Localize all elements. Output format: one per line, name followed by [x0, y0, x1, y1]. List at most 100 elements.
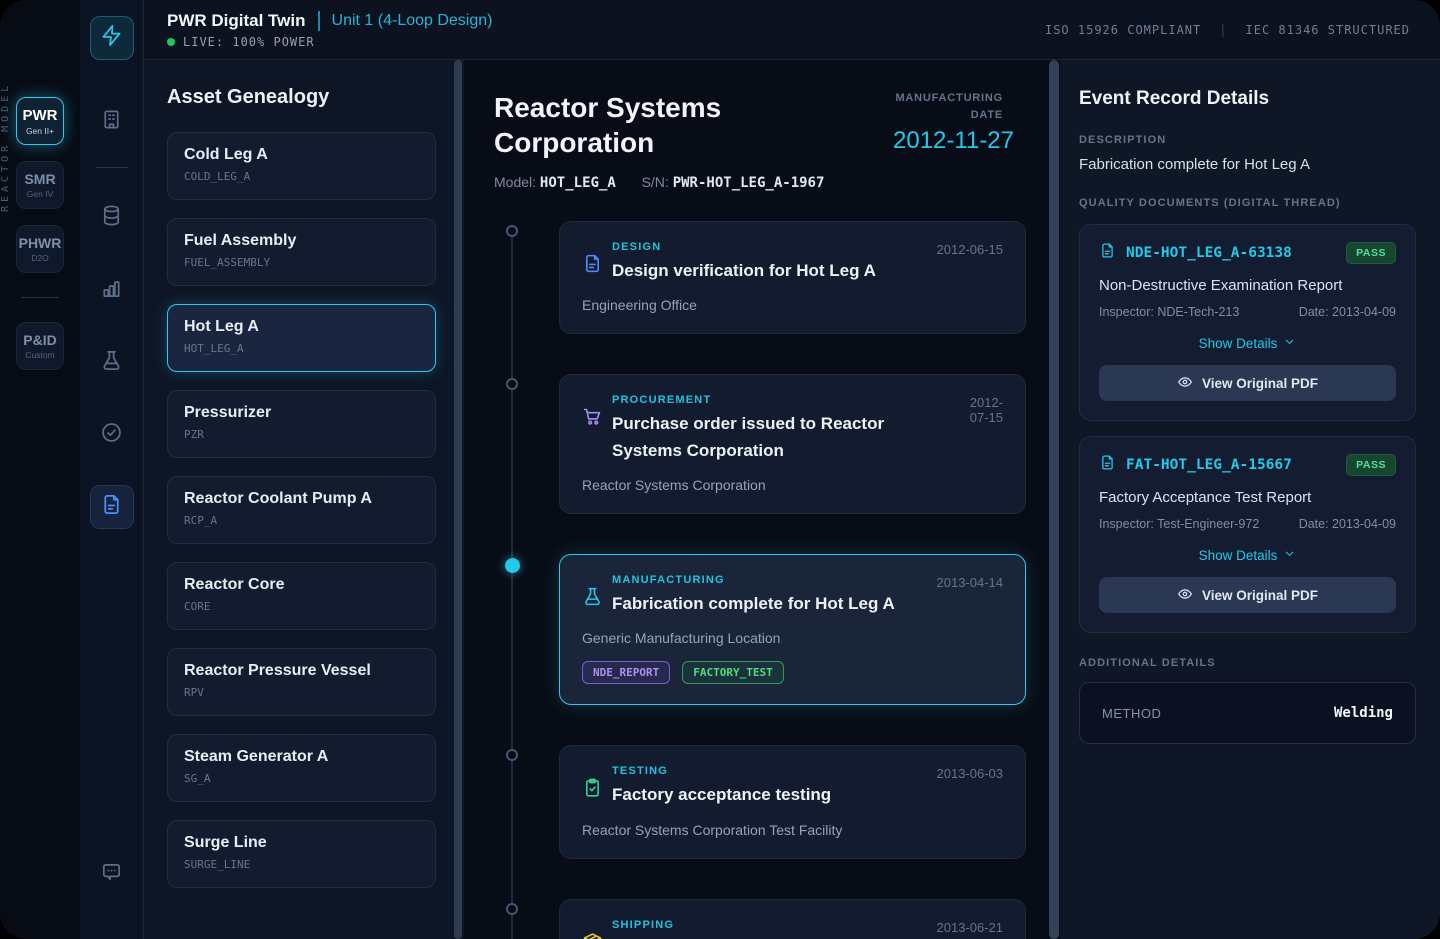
- event-card-shipping[interactable]: SHIPPING Component shipped to constructi…: [559, 899, 1026, 939]
- asset-code: RPV: [184, 686, 419, 699]
- model-rail-divider: [21, 297, 59, 298]
- bar-chart-icon: [100, 277, 123, 305]
- document-icon: [1099, 454, 1116, 476]
- asset-name: Reactor Coolant Pump A: [184, 490, 419, 508]
- event-date: 2013-06-21: [937, 919, 1004, 935]
- asset-code: SURGE_LINE: [184, 858, 419, 871]
- asset-code: SG_A: [184, 772, 419, 785]
- unit-subtitle: Unit 1 (4-Loop Design): [332, 12, 493, 30]
- model-pid-label: P&ID: [23, 332, 56, 348]
- event-timeline: DESIGN Design verification for Hot Leg A…: [506, 221, 1026, 939]
- asset-card-steam-generator-a[interactable]: Steam Generator A SG_A: [167, 734, 436, 802]
- asset-card-reactor-pressure-vessel[interactable]: Reactor Pressure Vessel RPV: [167, 648, 436, 716]
- model-button-pid[interactable]: P&ID Custom: [16, 322, 64, 370]
- timeline-scrollbar[interactable]: [1049, 60, 1059, 939]
- model-value: HOT_LEG_A: [540, 175, 616, 191]
- nav-power-button[interactable]: [90, 16, 134, 60]
- model-pid-sublabel: Custom: [25, 350, 54, 360]
- event-title: Factory acceptance testing: [612, 782, 937, 808]
- flask-icon: [582, 574, 612, 612]
- doc-id: NDE-HOT_LEG_A-63138: [1126, 245, 1346, 261]
- asset-code: FUEL_ASSEMBLY: [184, 256, 419, 269]
- event-title: Design verification for Hot Leg A: [612, 258, 937, 284]
- manufacturing-date-label: MANUFACTURING DATE: [893, 90, 1003, 123]
- nav-records-button[interactable]: [90, 485, 134, 529]
- database-icon: [100, 204, 123, 232]
- live-status-dot: [167, 38, 175, 46]
- asset-name: Surge Line: [184, 834, 419, 852]
- asset-card-reactor-core[interactable]: Reactor Core CORE: [167, 562, 436, 630]
- chat-bubble-icon: [100, 861, 123, 889]
- view-original-pdf-button[interactable]: View Original PDF: [1099, 577, 1396, 613]
- chevron-down-icon: [1283, 547, 1296, 563]
- status-badge-pass: PASS: [1346, 242, 1396, 264]
- eye-icon: [1177, 586, 1193, 605]
- iso-compliance-badge: ISO 15926 COMPLIANT: [1045, 23, 1201, 37]
- doc-inspector: Inspector: NDE-Tech-213: [1099, 305, 1239, 319]
- tag-nde-report: NDE_REPORT: [582, 661, 670, 684]
- lightning-icon: [100, 24, 123, 52]
- live-status-text: LIVE: 100% POWER: [183, 35, 315, 49]
- model-button-smr[interactable]: SMR Gen IV: [16, 161, 64, 209]
- nav-chat-button[interactable]: [90, 853, 134, 897]
- asset-code: HOT_LEG_A: [184, 342, 419, 355]
- document-icon: [100, 493, 123, 521]
- app-window: REACTOR MODEL PWR Gen II+ SMR Gen IV PHW…: [0, 0, 1440, 939]
- event-date: 2012-06-15: [937, 241, 1004, 257]
- event-phase: PROCUREMENT: [612, 394, 953, 406]
- reactor-model-rail: REACTOR MODEL PWR Gen II+ SMR Gen IV PHW…: [0, 0, 80, 939]
- event-card-testing[interactable]: TESTING Factory acceptance testing 2013-…: [559, 745, 1026, 858]
- show-details-label: Show Details: [1199, 548, 1278, 563]
- details-title: Event Record Details: [1079, 88, 1416, 110]
- asset-card-pressurizer[interactable]: Pressurizer PZR: [167, 390, 436, 458]
- event-location: Engineering Office: [582, 297, 1003, 313]
- event-location: Reactor Systems Corporation: [582, 477, 1003, 493]
- nav-data-button[interactable]: [90, 196, 134, 240]
- view-pdf-label: View Original PDF: [1202, 376, 1318, 391]
- model-button-pwr[interactable]: PWR Gen II+: [16, 97, 64, 145]
- app-title: PWR Digital Twin: [167, 11, 306, 31]
- asset-name: Fuel Assembly: [184, 232, 419, 250]
- iec-structure-badge: IEC 81346 STRUCTURED: [1246, 23, 1411, 37]
- timeline-node: [506, 225, 518, 237]
- doc-date: Date: 2013-04-09: [1299, 305, 1396, 319]
- event-card-design[interactable]: DESIGN Design verification for Hot Leg A…: [559, 221, 1026, 334]
- reactor-model-stack: PWR Gen II+ SMR Gen IV PHWR D2O P&ID Cus…: [0, 97, 80, 370]
- asset-name: Reactor Core: [184, 576, 419, 594]
- show-details-link[interactable]: Show Details: [1099, 547, 1396, 563]
- model-pwr-sublabel: Gen II+: [26, 126, 54, 136]
- nav-plant-button[interactable]: [90, 100, 134, 144]
- event-card-procurement[interactable]: PROCUREMENT Purchase order issued to Rea…: [559, 374, 1026, 514]
- nav-lab-button[interactable]: [90, 341, 134, 385]
- model-button-phwr[interactable]: PHWR D2O: [16, 225, 64, 273]
- model-label: Model:: [494, 174, 536, 190]
- compliance-separator: |: [1219, 23, 1227, 37]
- quality-documents-label: QUALITY DOCUMENTS (DIGITAL THREAD): [1079, 197, 1416, 209]
- title-divider: [318, 11, 320, 31]
- event-phase: SHIPPING: [612, 919, 937, 931]
- asset-list-scrollbar[interactable]: [454, 60, 462, 939]
- package-icon: [582, 919, 612, 939]
- timeline-node: [506, 378, 518, 390]
- nav-rail-divider: [96, 167, 128, 168]
- eye-icon: [1177, 374, 1193, 393]
- model-smr-sublabel: Gen IV: [27, 189, 53, 199]
- asset-card-surge-line[interactable]: Surge Line SURGE_LINE: [167, 820, 436, 888]
- nav-quality-button[interactable]: [90, 413, 134, 457]
- asset-card-cold-leg-a[interactable]: Cold Leg A COLD_LEG_A: [167, 132, 436, 200]
- timeline-node: [506, 749, 518, 761]
- event-phase: TESTING: [612, 765, 937, 777]
- nav-analytics-button[interactable]: [90, 269, 134, 313]
- asset-list: Cold Leg A COLD_LEG_A Fuel Assembly FUEL…: [167, 132, 436, 888]
- asset-card-fuel-assembly[interactable]: Fuel Assembly FUEL_ASSEMBLY: [167, 218, 436, 286]
- show-details-link[interactable]: Show Details: [1099, 335, 1396, 351]
- view-original-pdf-button[interactable]: View Original PDF: [1099, 365, 1396, 401]
- asset-card-reactor-coolant-pump-a[interactable]: Reactor Coolant Pump A RCP_A: [167, 476, 436, 544]
- event-date: 2013-06-03: [937, 765, 1004, 781]
- chevron-down-icon: [1283, 335, 1296, 351]
- asset-card-hot-leg-a[interactable]: Hot Leg A HOT_LEG_A: [167, 304, 436, 372]
- event-card-manufacturing[interactable]: MANUFACTURING Fabrication complete for H…: [559, 554, 1026, 705]
- serial-value: PWR-HOT_LEG_A-1967: [673, 175, 825, 191]
- doc-date: Date: 2013-04-09: [1299, 517, 1396, 531]
- model-pwr-label: PWR: [23, 107, 58, 124]
